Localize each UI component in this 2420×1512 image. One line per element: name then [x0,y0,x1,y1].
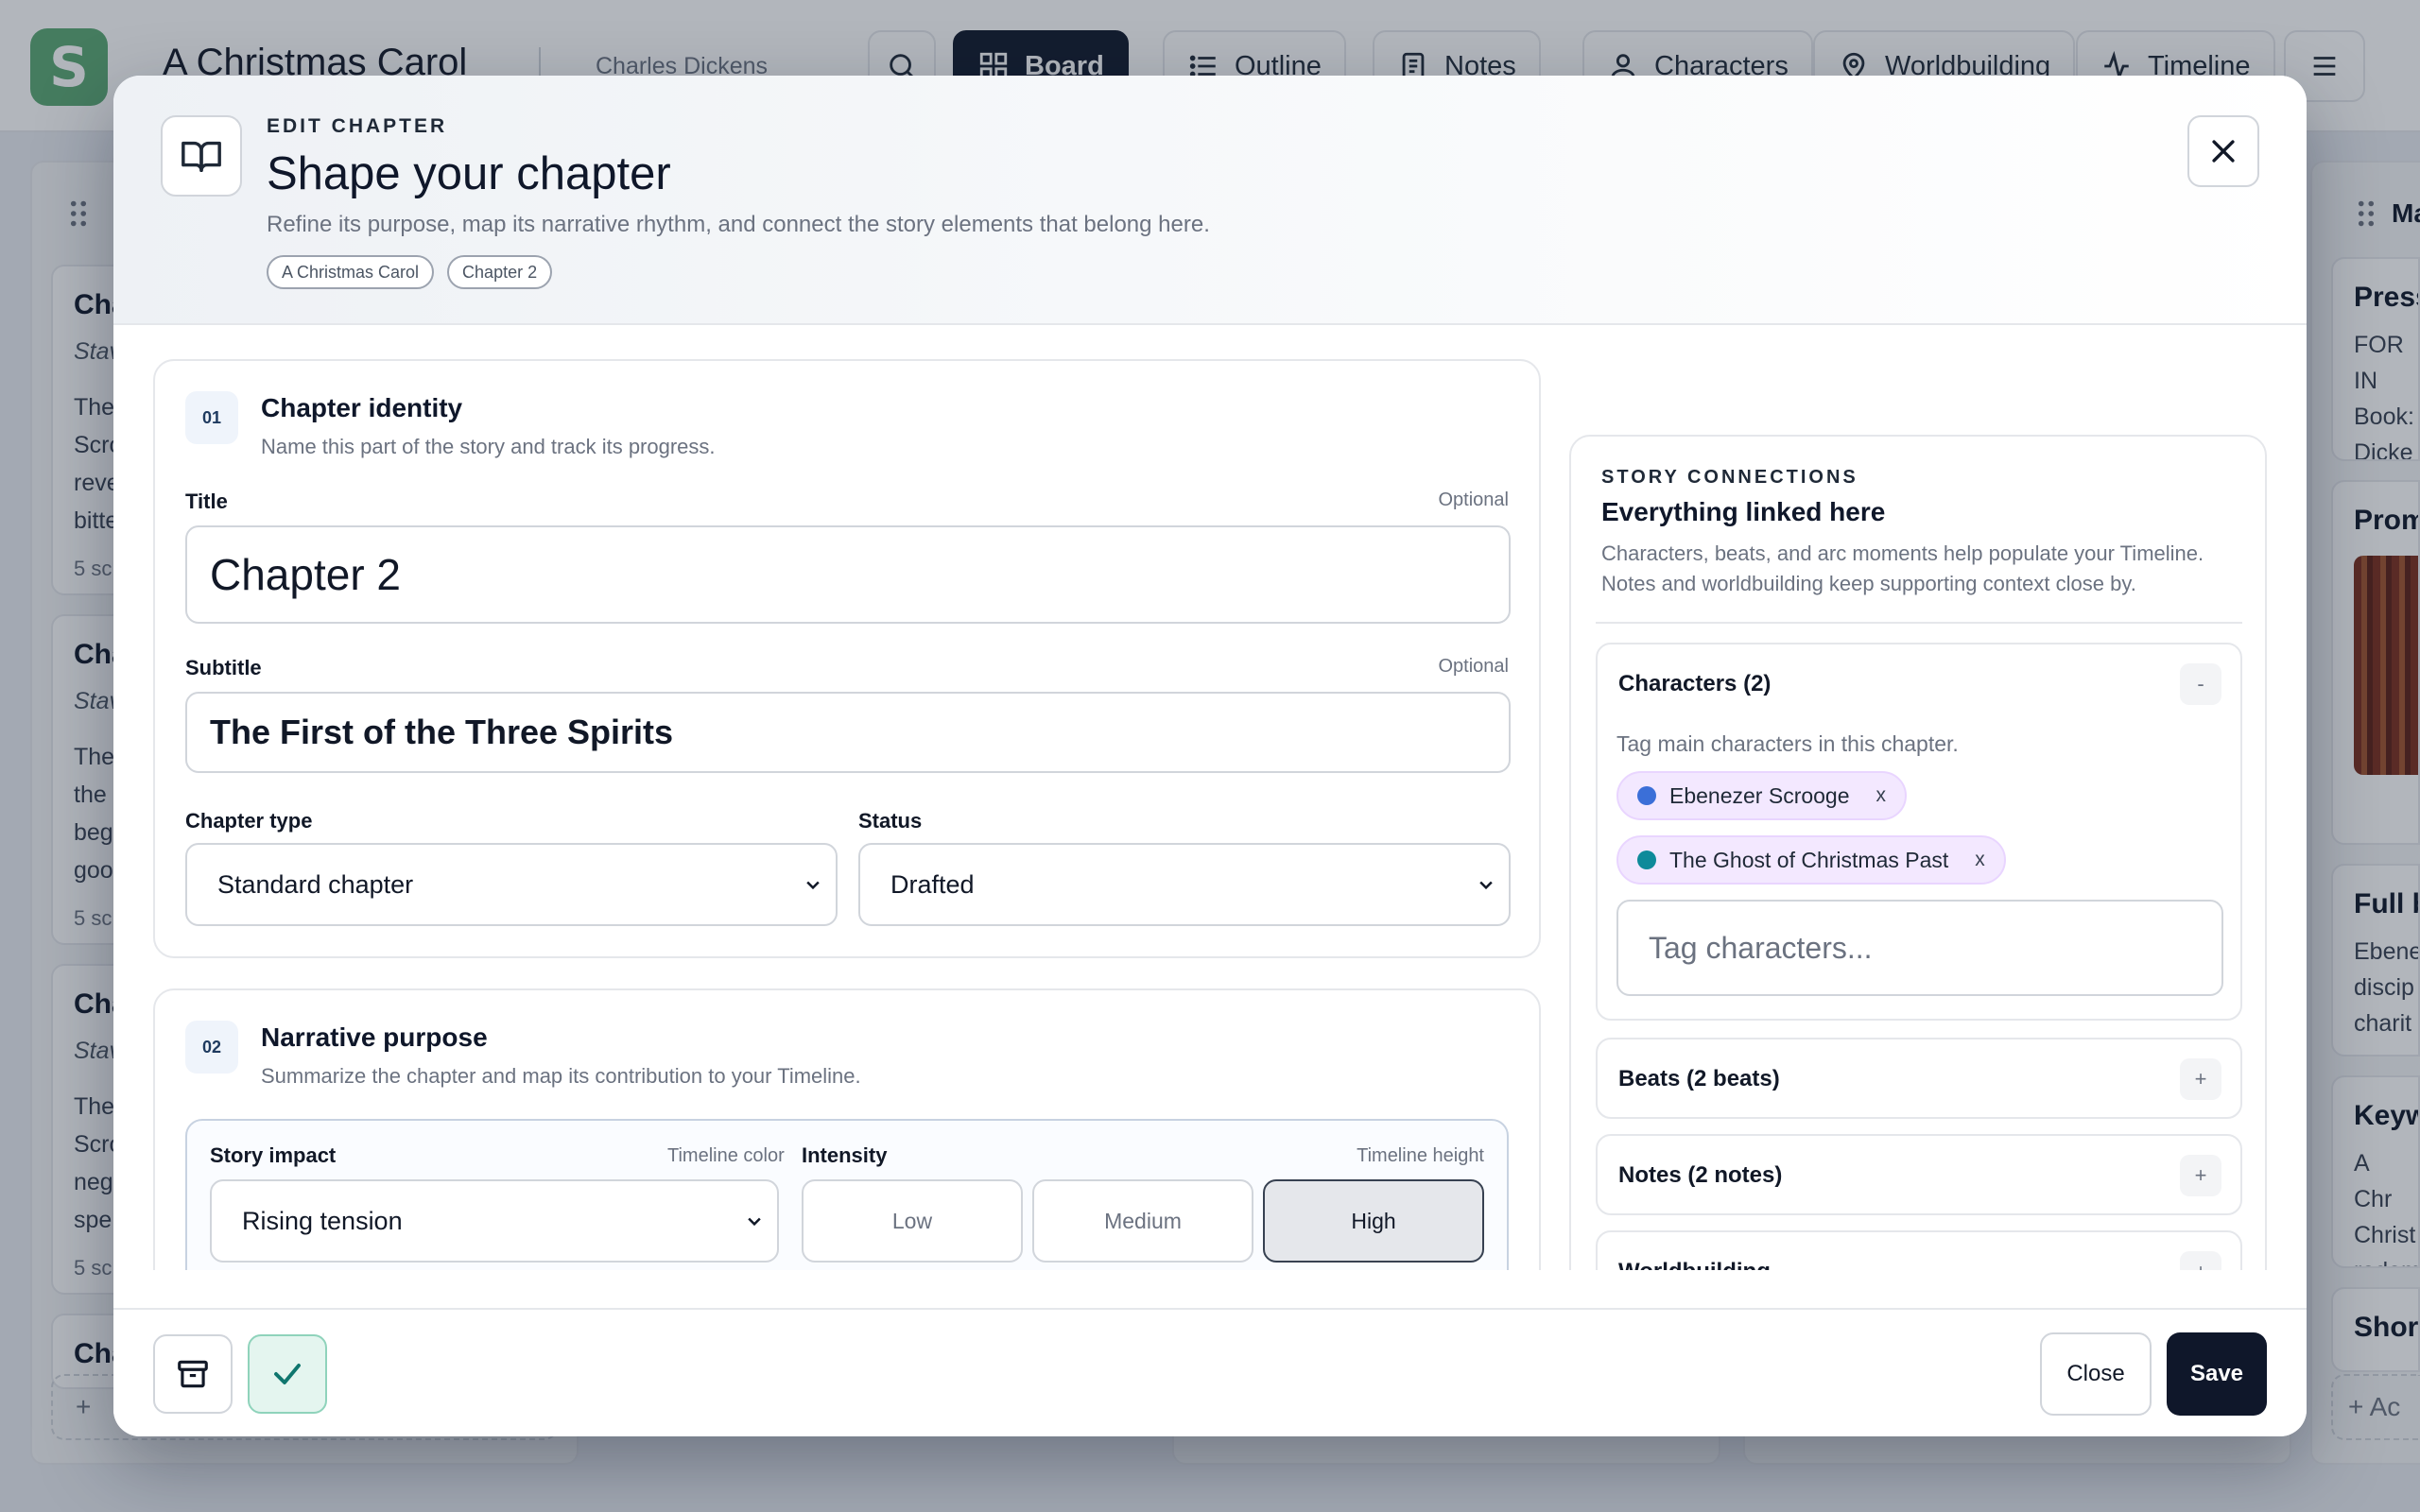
story-impact-value: Rising tension [242,1206,403,1235]
collapse-characters-button[interactable]: - [2180,663,2221,705]
chapter-pill: Chapter 2 [447,255,553,289]
context-pills: A Christmas Carol Chapter 2 [267,255,553,289]
characters-description: Tag main characters in this chapter. [1616,731,1959,756]
modal-description: Refine its purpose, map its narrative rh… [267,212,1210,237]
intensity-high-button[interactable]: High [1263,1179,1484,1263]
chevron-down-icon [748,1217,761,1227]
connections-divider [1596,622,2242,624]
section-number: 02 [185,1021,238,1074]
intensity-low-button[interactable]: Low [802,1179,1023,1263]
character-tag: The Ghost of Christmas Past x [1616,835,2006,885]
connections-eyebrow: STORY CONNECTIONS [1601,467,1858,488]
check-icon [274,1364,301,1384]
expand-worldbuilding-button[interactable]: + [2180,1251,2221,1270]
book-pill: A Christmas Carol [267,255,435,289]
beats-accordion-title: Beats (2 beats) [1618,1066,1780,1091]
timeline-height-hint: Timeline height [1357,1145,1484,1166]
story-impact-label: Story impact [210,1143,337,1167]
modal-footer: Close Save [113,1308,2307,1436]
expand-beats-button[interactable]: + [2180,1058,2221,1100]
character-tag-name: The Ghost of Christmas Past [1669,847,1949,872]
expand-notes-button[interactable]: + [2180,1155,2221,1196]
header-icon-box [161,115,242,197]
mark-complete-button[interactable] [248,1334,327,1414]
remove-tag-button[interactable]: x [1975,849,1985,871]
modal-scroll-area[interactable]: 02 Narrative purpose Summarize the chapt… [113,325,2307,1270]
open-book-icon [182,141,221,173]
save-button[interactable]: Save [2167,1332,2267,1416]
modal-eyebrow: EDIT CHAPTER [267,115,448,137]
close-modal-button[interactable] [2187,115,2259,187]
section-description: Summarize the chapter and map its contri… [261,1064,861,1088]
tag-characters-input[interactable]: Tag characters... [1616,900,2223,996]
connections-heading: Everything linked here [1601,497,1886,526]
close-icon [2212,140,2235,163]
character-tag-name: Ebenezer Scrooge [1669,782,1850,808]
timeline-color-hint: Timeline color [667,1145,785,1166]
notes-accordion[interactable]: Notes (2 notes) + [1596,1134,2242,1215]
worldbuilding-accordion[interactable]: Worldbuilding + [1596,1230,2242,1270]
intensity-label: Intensity [802,1143,888,1167]
notes-accordion-title: Notes (2 notes) [1618,1162,1783,1188]
story-connections-panel: STORY CONNECTIONS Everything linked here… [1569,435,2267,1270]
modal-header: EDIT CHAPTER Shape your chapter Refine i… [113,76,2307,325]
beats-accordion[interactable]: Beats (2 beats) + [1596,1038,2242,1119]
connections-description: Characters, beats, and arc moments help … [1601,541,2204,595]
archive-icon [178,1360,208,1388]
character-color-dot [1637,786,1656,805]
character-tag: Ebenezer Scrooge x [1616,771,1908,820]
worldbuilding-accordion-title: Worldbuilding [1618,1259,1771,1270]
section-title: Narrative purpose [261,1022,488,1052]
modal-title: Shape your chapter [267,148,671,199]
narrative-purpose-section: 02 Narrative purpose Summarize the chapt… [153,988,1541,1270]
story-impact-select[interactable]: Rising tension [210,1179,779,1263]
close-button[interactable]: Close [2040,1332,2152,1416]
remove-tag-button[interactable]: x [1876,784,1887,807]
characters-accordion-title[interactable]: Characters (2) [1618,671,1771,697]
impact-intensity-box: Story impact Timeline color Rising tensi… [185,1119,1509,1270]
edit-chapter-modal: EDIT CHAPTER Shape your chapter Refine i… [113,76,2307,1436]
characters-accordion: Characters (2) - Tag main characters in … [1596,643,2242,1021]
archive-button[interactable] [153,1334,233,1414]
intensity-medium-button[interactable]: Medium [1032,1179,1253,1263]
character-color-dot [1637,850,1656,869]
